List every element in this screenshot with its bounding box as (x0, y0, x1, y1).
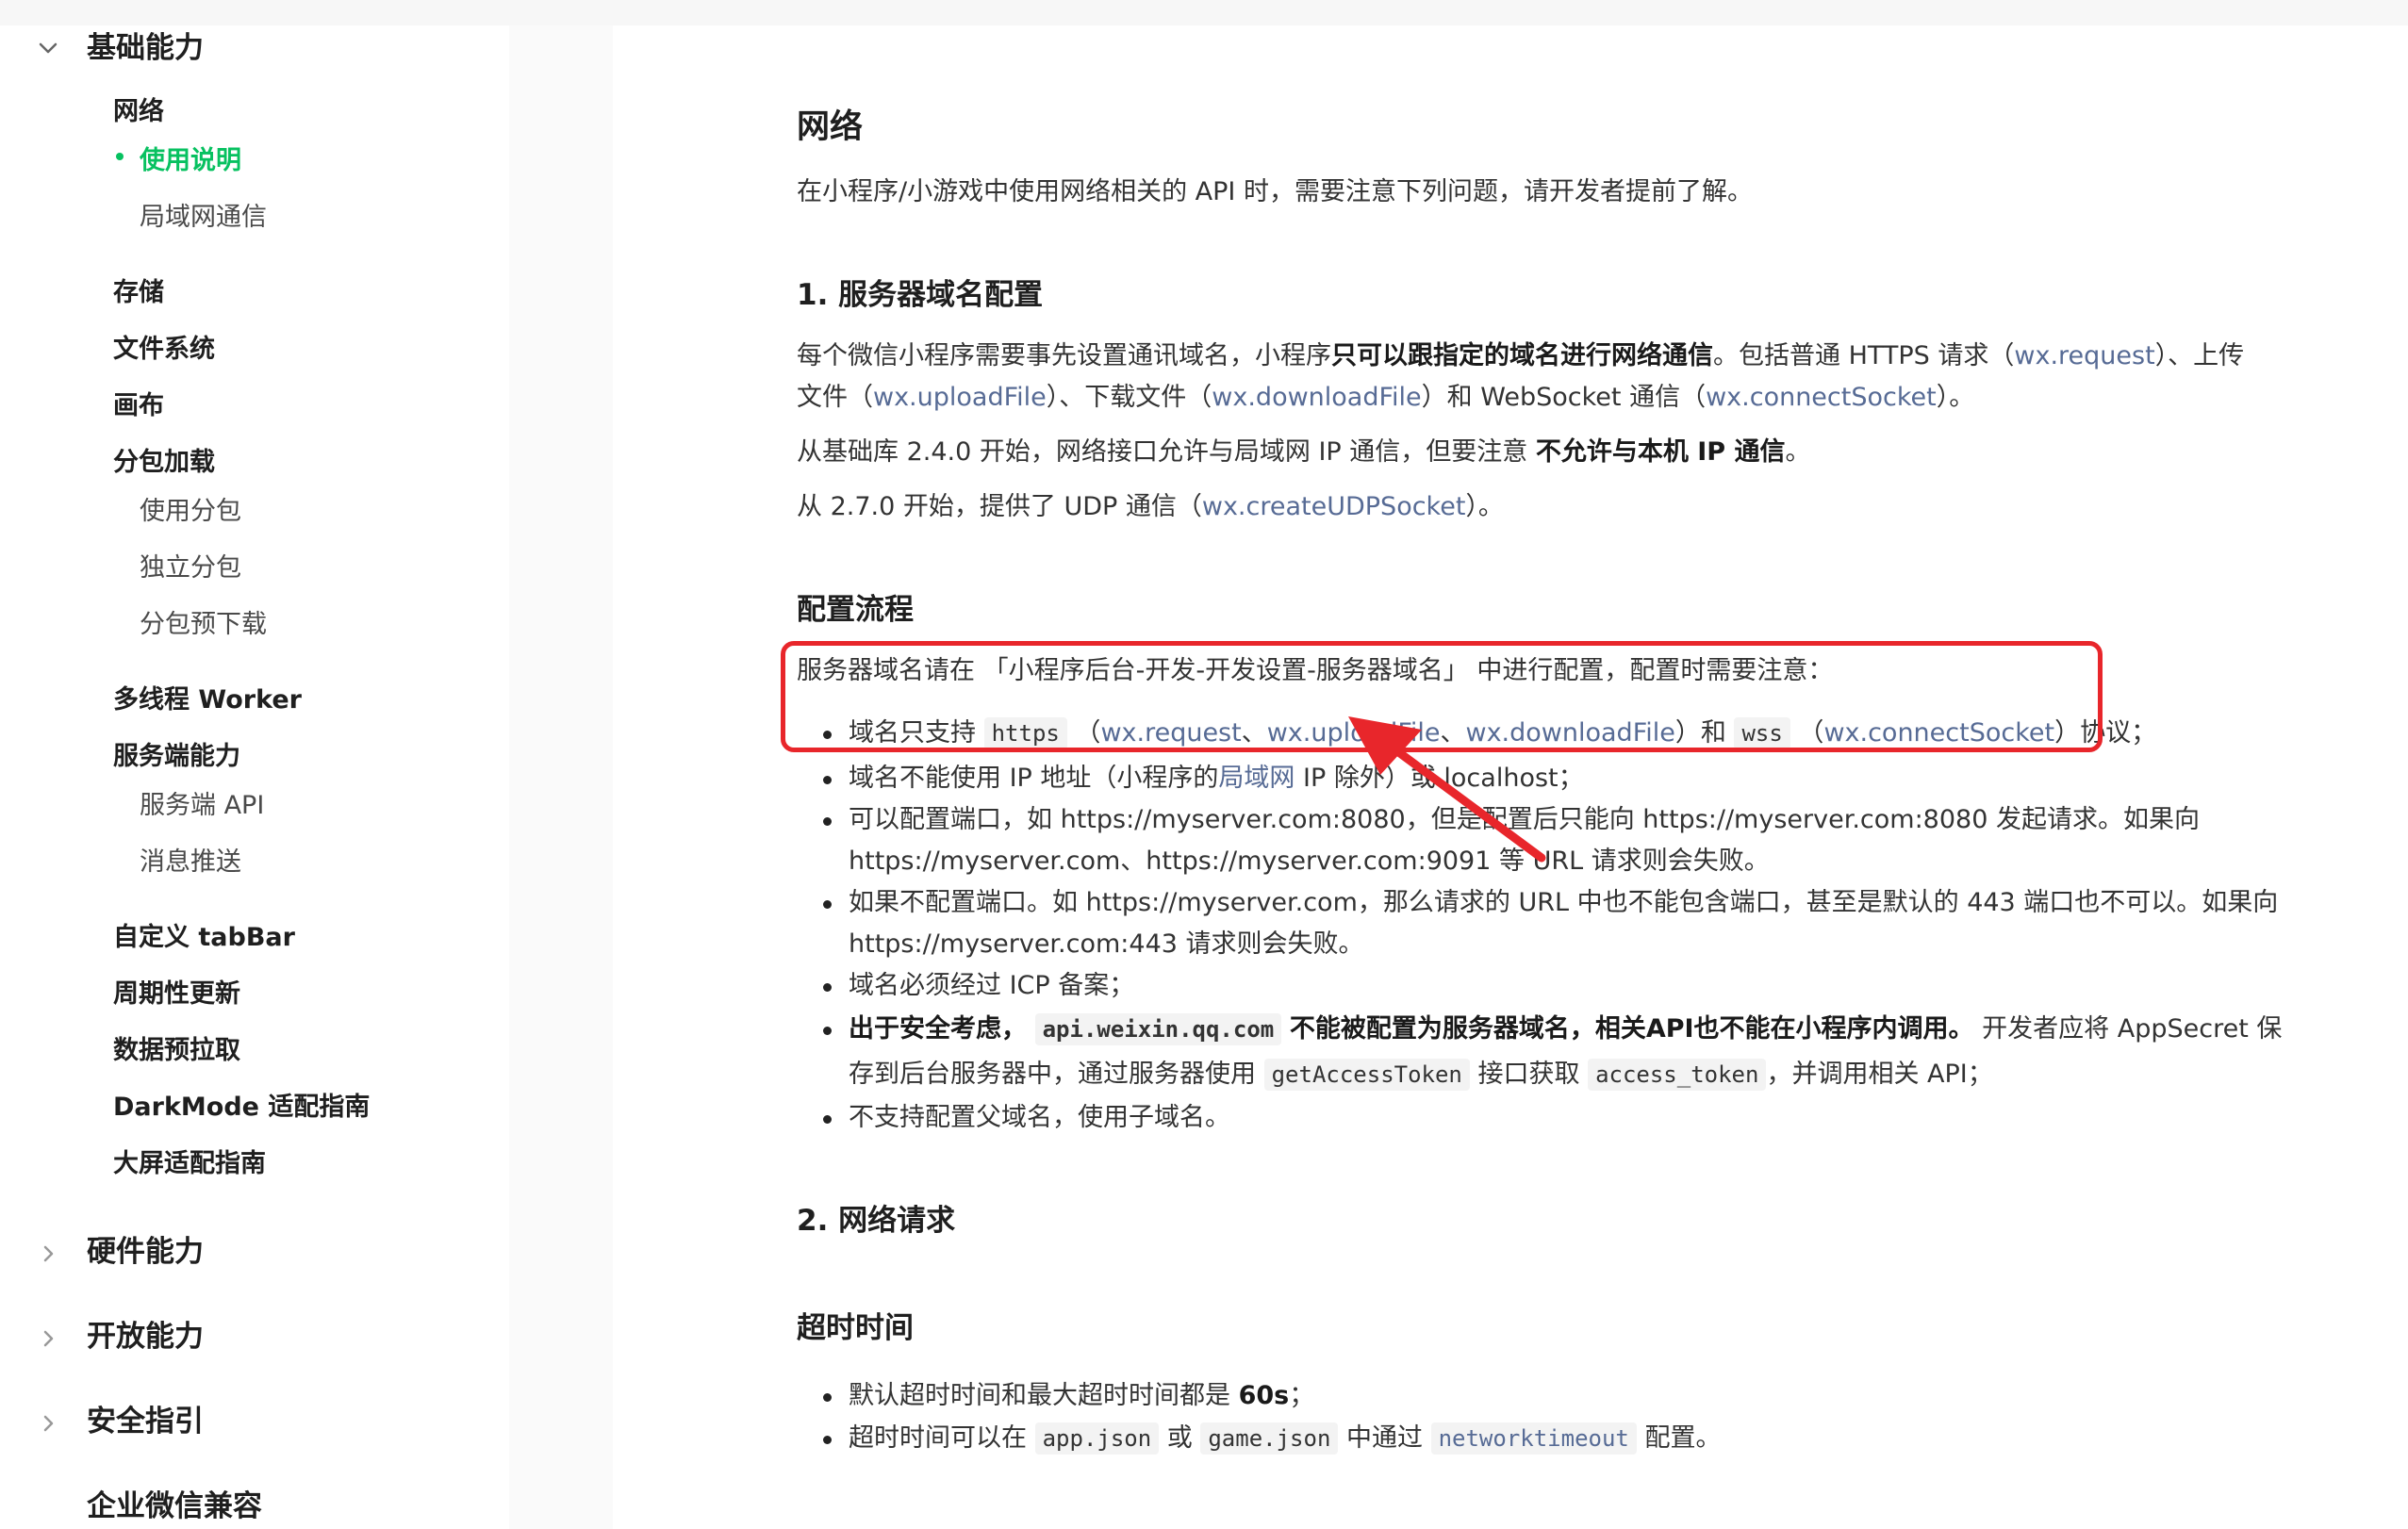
sidebar-section-wecom[interactable]: 企业微信兼容 (87, 1492, 262, 1521)
sidebar-item-prefetch[interactable]: 数据预拉取 (113, 1038, 240, 1063)
page-title: 网络 (797, 108, 864, 146)
top-bar (0, 0, 2408, 25)
sidebar-item-periodic[interactable]: 周期性更新 (113, 981, 240, 1007)
list-item-port-line2: https://myserver.com、https://myserver.co… (849, 847, 1770, 876)
sidebar-section-hardware[interactable]: 硬件能力 (87, 1238, 204, 1267)
bullet-dot (823, 1027, 832, 1035)
sidebar-item-canvas[interactable]: 画布 (113, 393, 164, 419)
chevron-right-icon[interactable] (34, 1324, 62, 1353)
sidebar-section-open[interactable]: 开放能力 (87, 1323, 204, 1352)
link-wx-uploadfile[interactable]: wx.uploadFile (873, 383, 1047, 412)
active-indicator-dot (116, 153, 124, 160)
list-item-no-port-line1: 如果不配置端口。如 https://myserver.com，那么请求的 URL… (849, 888, 2279, 917)
bullet-dot (823, 1393, 832, 1402)
heading-network-request: 2. 网络请求 (797, 1204, 956, 1238)
bullet-dot (823, 817, 832, 826)
paragraph-lan-ip: 从基础库 2.4.0 开始，网络接口允许与局域网 IP 通信，但要注意 不允许与… (797, 437, 1811, 467)
list-item-subdomain: 不支持配置父域名，使用子域名。 (849, 1103, 1230, 1132)
heading-timeout: 超时时间 (797, 1311, 914, 1345)
sidebar-item-filesystem[interactable]: 文件系统 (113, 337, 215, 362)
bullet-dot (823, 900, 832, 909)
sidebar-section-security[interactable]: 安全指引 (87, 1407, 204, 1437)
code-app-json: app.json (1034, 1422, 1160, 1455)
annotation-arrow (1348, 716, 1546, 863)
code-game-json: game.json (1200, 1422, 1339, 1455)
sidebar-item-use-subpackage[interactable]: 使用分包 (140, 499, 241, 524)
sidebar-item-tabbar[interactable]: 自定义 tabBar (113, 925, 295, 950)
code-getaccesstoken: getAccessToken (1263, 1059, 1470, 1091)
paragraph-domain-line1: 每个微信小程序需要事先设置通讯域名，小程序只可以跟指定的域名进行网络通信。包括普… (797, 341, 2245, 370)
list-item-security-line2: 存到后台服务器中，通过服务器使用 getAccessToken 接口获取 acc… (849, 1059, 1993, 1091)
sidebar-item-preload-subpackage[interactable]: 分包预下载 (140, 612, 267, 637)
code-api-weixin: api.weixin.qq.com (1034, 1013, 1282, 1045)
link-wx-downloadfile[interactable]: wx.downloadFile (1212, 383, 1421, 412)
link-networktimeout[interactable]: networktimeout (1430, 1422, 1637, 1455)
list-item-no-port-line2: https://myserver.com:443 请求则会失败。 (849, 929, 1364, 959)
link-wx-connectsocket[interactable]: wx.connectSocket (1706, 383, 1937, 412)
sidebar-item-worker[interactable]: 多线程 Worker (113, 687, 302, 713)
link-wx-createudpsocket[interactable]: wx.createUDPSocket (1202, 492, 1466, 521)
sidebar-item-server-api[interactable]: 服务端 API (140, 793, 264, 818)
sidebar-item-usage[interactable]: 使用说明 (140, 148, 241, 173)
sidebar-item-lan[interactable]: 局域网通信 (140, 205, 267, 230)
heading-config-flow: 配置流程 (797, 593, 914, 627)
list-item-timeout-config: 超时时间可以在 app.json 或 game.json 中通过 network… (849, 1422, 1722, 1455)
heading-domain-config: 1. 服务器域名配置 (797, 278, 1044, 312)
chevron-right-icon[interactable] (34, 1240, 62, 1268)
sidebar-item-independent-subpackage[interactable]: 独立分包 (140, 555, 241, 581)
sidebar-section-basic[interactable]: 基础能力 (87, 34, 204, 63)
link-wx-request[interactable]: wx.request (2014, 341, 2154, 370)
paragraph-udp: 从 2.7.0 开始，提供了 UDP 通信（wx.createUDPSocket… (797, 492, 1504, 521)
chevron-down-icon[interactable] (34, 34, 62, 62)
list-item-icp: 域名必须经过 ICP 备案； (849, 971, 1135, 1000)
link-lan[interactable]: 局域网 (1218, 764, 1295, 793)
sidebar-divider-area (509, 25, 613, 1529)
list-item-timeout-default: 默认超时时间和最大超时时间都是 60s； (849, 1381, 1315, 1410)
chevron-right-icon[interactable] (34, 1409, 62, 1438)
sidebar-item-storage[interactable]: 存储 (113, 280, 164, 305)
bullet-dot (823, 1436, 832, 1444)
list-item-security-line1: 出于安全考虑， api.weixin.qq.com 不能被配置为服务器域名，相关… (849, 1013, 2283, 1045)
sidebar-item-darkmode[interactable]: DarkMode 适配指南 (113, 1094, 370, 1120)
paragraph-domain-line2: 文件（wx.uploadFile）、下载文件（wx.downloadFile）和… (797, 383, 1975, 412)
sidebar-item-network[interactable]: 网络 (113, 99, 164, 124)
sidebar-item-push[interactable]: 消息推送 (140, 849, 241, 875)
sidebar-item-subpackage[interactable]: 分包加载 (113, 450, 215, 475)
intro-text: 在小程序/小游戏中使用网络相关的 API 时，需要注意下列问题，请开发者提前了解… (797, 177, 1753, 206)
sidebar-item-server[interactable]: 服务端能力 (113, 744, 240, 769)
bullet-dot (823, 1115, 832, 1124)
sidebar-item-largescreen[interactable]: 大屏适配指南 (113, 1151, 266, 1176)
code-access-token: access_token (1588, 1059, 1767, 1091)
bullet-dot (823, 983, 832, 992)
bullet-dot (823, 776, 832, 784)
